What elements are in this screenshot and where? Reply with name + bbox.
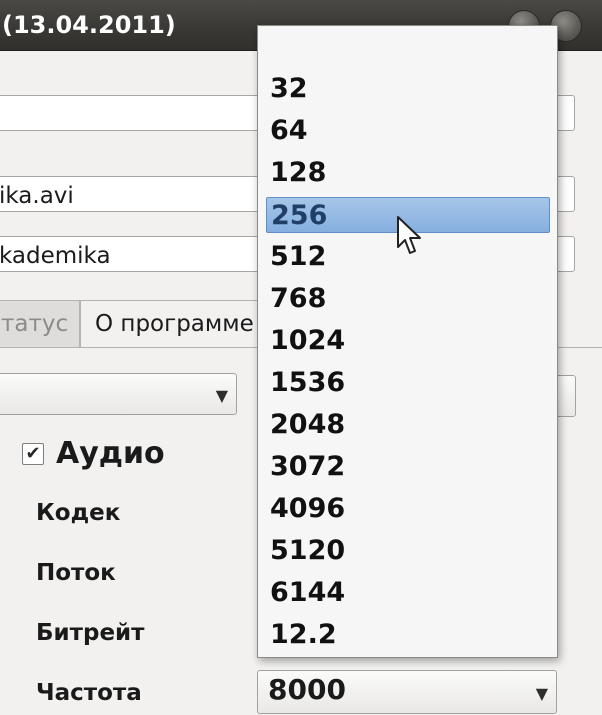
bitrate-option[interactable]: 4096 (266, 491, 550, 527)
bitrate-option[interactable]: 768 (266, 281, 550, 317)
bitrate-option[interactable]: 1024 (266, 323, 550, 359)
tab-about[interactable]: О программе (80, 300, 270, 348)
frequency-select[interactable]: 8000 ▼ (257, 670, 557, 714)
output-file-value: kademika (0, 243, 111, 269)
bitrate-option[interactable]: 64 (266, 113, 550, 149)
chevron-down-icon: ▼ (215, 386, 228, 405)
bitrate-option[interactable]: 1536 (266, 365, 550, 401)
input-file-value: ika.avi (0, 183, 74, 209)
frequency-label: Частота (36, 680, 142, 706)
audio-checkbox[interactable]: ✔ (22, 443, 44, 465)
tab-status[interactable]: татус (0, 300, 80, 348)
codec-label: Кодек (36, 500, 121, 526)
bitrate-option[interactable]: 12.2 (266, 617, 550, 653)
mouse-pointer-icon (397, 216, 421, 254)
bitrate-option[interactable]: 6144 (266, 575, 550, 611)
bitrate-option[interactable]: 2048 (266, 407, 550, 443)
chevron-down-icon: ▼ (535, 684, 548, 703)
bitrate-dropdown: 32 64 128 256 512 768 1024 1536 2048 307… (257, 25, 558, 658)
bitrate-label: Битрейт (36, 620, 145, 646)
bitrate-option[interactable]: 128 (266, 155, 550, 191)
check-icon: ✔ (25, 443, 41, 464)
stream-select[interactable]: ▼ (0, 373, 237, 415)
bitrate-option[interactable]: 3072 (266, 449, 550, 485)
tab-about-label: О программе (95, 311, 254, 337)
tab-status-label: татус (1, 311, 69, 337)
stream-label: Поток (36, 560, 116, 586)
audio-section-title: Аудио (56, 436, 165, 471)
frequency-value: 8000 (268, 673, 346, 706)
bitrate-option[interactable]: 5120 (266, 533, 550, 569)
window-title: (13.04.2011) (2, 11, 176, 39)
bitrate-option[interactable]: 32 (266, 71, 550, 107)
